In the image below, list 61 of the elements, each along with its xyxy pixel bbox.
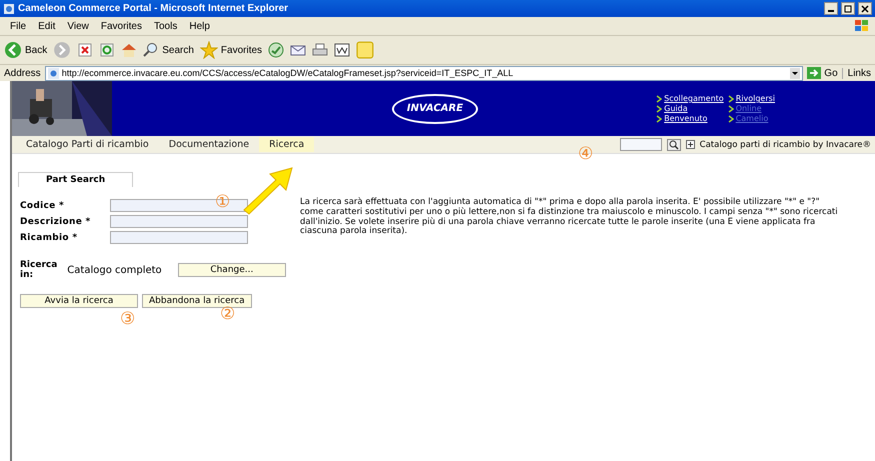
favorites-button[interactable]: Favorites <box>200 41 262 59</box>
part-search-tab[interactable]: Part Search <box>18 172 134 187</box>
edit-icon[interactable] <box>334 42 350 58</box>
step-number: ① <box>215 194 230 211</box>
brand-text: Catalogo parti di ricambio by Invacare® <box>700 140 871 150</box>
menu-item[interactable]: Help <box>183 20 216 32</box>
header-link[interactable]: Benvenuto <box>656 114 724 123</box>
refresh-icon[interactable] <box>99 42 116 58</box>
window-title: Cameleon Commerce Portal - Microsoft Internet Explorer <box>18 3 290 14</box>
help-text: La ricerca sarà effettuata con l'aggiunta automatica di "*" prima e dopo alla parola inserita. E' possibile utilizzare "*" e "?" come caratteri sostitutivi per uno o più lettere,non si fa distinzione tra maiuscolo e minuscolo. I campi senza "*" sono ricercati dall'inizio. Se volete inserire più di una parola chiave verranno ricercate tutte le parole inserite (una E viene applicata fra ciascuna parola inserita). <box>300 198 839 238</box>
back-button[interactable]: Back <box>4 41 48 59</box>
nav-tab[interactable]: Ricerca <box>259 137 314 152</box>
address-field[interactable]: http://ecommerce.invacare.eu.com/CCS/access/eCatalogDW/eCatalogFrameset.jsp?serviceid=IT_ESPC_IT_ALL <box>44 66 804 80</box>
field-label: Ricambio * <box>19 232 78 242</box>
links-button[interactable]: Links <box>842 68 871 78</box>
menu-item[interactable]: Favorites <box>94 20 148 32</box>
header-link[interactable]: Guida <box>656 104 724 113</box>
nav-tab[interactable]: Catalogo Parti di ricambio <box>16 137 159 152</box>
browser-icon <box>3 2 15 14</box>
step-number: ④ <box>578 146 594 163</box>
search-action-button[interactable]: Avvia la ricerca <box>20 294 138 308</box>
go-arrow-icon <box>807 67 822 79</box>
scope-label: Ricerca in: <box>20 260 58 280</box>
search-field[interactable] <box>620 138 662 151</box>
windows-logo-icon <box>853 19 871 33</box>
menu-item[interactable]: Tools <box>148 20 184 32</box>
stop-icon[interactable] <box>77 42 94 58</box>
menu-item[interactable]: Edit <box>32 20 62 32</box>
menu-item[interactable]: View <box>61 20 95 32</box>
step-number: ③ <box>120 311 136 328</box>
minimize-button[interactable] <box>824 2 838 15</box>
search-button[interactable]: Search <box>143 42 194 58</box>
maximize-button[interactable] <box>841 2 855 15</box>
change-button[interactable]: Change... <box>178 263 286 277</box>
close-icon <box>861 4 869 12</box>
header-link[interactable]: Scollegamento <box>656 94 724 103</box>
printer-icon[interactable] <box>312 42 328 58</box>
search-icon[interactable] <box>666 138 681 150</box>
field-label: Codice * <box>19 200 66 210</box>
star-icon <box>200 41 218 59</box>
go-button[interactable]: Go <box>807 67 838 79</box>
input-field[interactable] <box>110 231 248 244</box>
menu-item[interactable]: File <box>4 20 32 32</box>
maximize-icon <box>844 4 852 12</box>
input-field[interactable] <box>110 215 248 228</box>
address-label: Address <box>4 68 41 78</box>
logo: INVACARE <box>392 94 478 124</box>
search-icon <box>143 42 160 58</box>
scope-value: Catalogo completo <box>67 264 162 276</box>
step-number: ② <box>220 306 236 323</box>
dropdown-icon[interactable] <box>790 68 800 78</box>
close-button[interactable] <box>858 2 872 15</box>
minimize-icon <box>828 10 834 12</box>
header-link[interactable]: Rivolgersi <box>728 94 775 103</box>
home-icon[interactable] <box>121 42 138 58</box>
field-label: Descrizione * <box>19 216 92 226</box>
media-icon[interactable] <box>268 42 284 58</box>
page-icon <box>48 68 59 78</box>
nav-tab[interactable]: Documentazione <box>158 137 260 152</box>
expand-icon[interactable] <box>686 140 695 149</box>
search-action-button[interactable]: Abbandona la ricerca <box>142 294 252 308</box>
